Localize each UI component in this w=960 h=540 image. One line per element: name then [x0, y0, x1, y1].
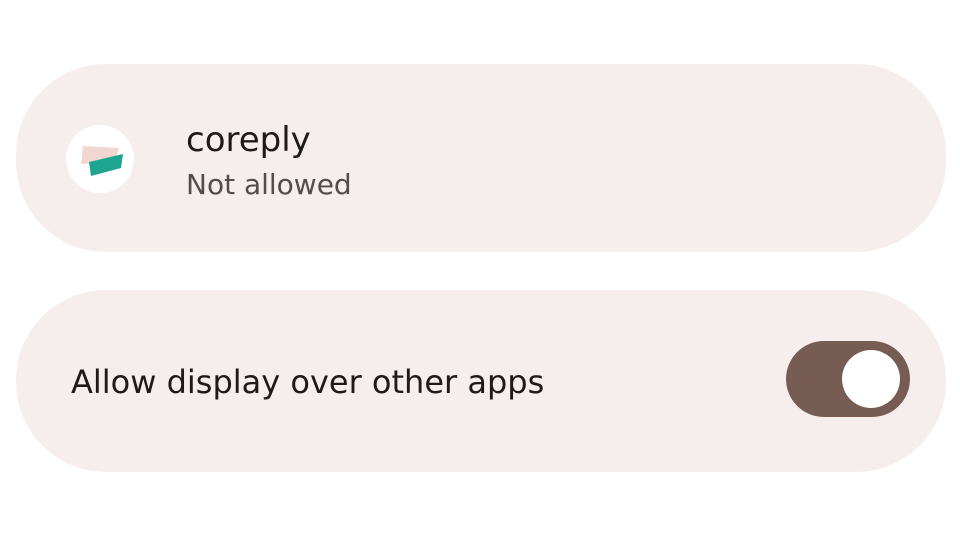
app-name: coreply [186, 120, 311, 160]
app-permission-status: Not allowed [186, 168, 352, 201]
overlay-permission-label: Allow display over other apps [71, 363, 545, 401]
switch-thumb [842, 350, 900, 408]
overlay-permission-switch[interactable] [786, 341, 910, 417]
coreply-app-icon [66, 125, 134, 193]
app-info-card[interactable]: coreply Not allowed [16, 64, 946, 252]
app-permission-screen: coreply Not allowed Allow display over o… [0, 0, 960, 540]
app-text-block: coreply Not allowed [186, 118, 352, 204]
overlay-permission-card[interactable]: Allow display over other apps [16, 290, 946, 472]
coreply-logo-icon [81, 146, 123, 176]
